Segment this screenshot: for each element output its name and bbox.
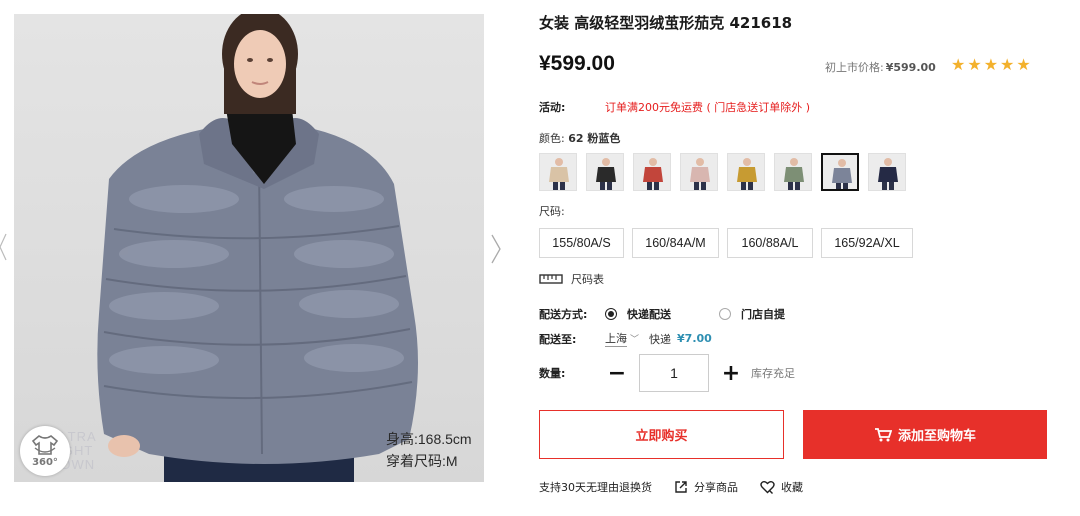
view-360-button[interactable]: 360° (20, 426, 70, 476)
size-options: 155/80A/S 160/84A/M 160/88A/L 165/92A/XL (539, 228, 921, 258)
share-label: 分享商品 (694, 481, 738, 494)
model-info: 身高:168.5cm 穿着尺码:M (386, 428, 472, 472)
quantity-input[interactable] (639, 354, 709, 392)
pickup-option-label[interactable]: 门店自提 (741, 306, 785, 322)
ruler-icon (539, 274, 563, 284)
returns-policy: 支持30天无理由退换货 (539, 479, 652, 495)
shipping-method-row: 配送方式: 快递配送 门店自提 (539, 306, 833, 322)
returns-policy-text: 支持30天无理由退换货 (539, 481, 652, 494)
product-details: 女装 高级轻型羽绒茧形茄克 421618 ¥599.00 初上市价格: ¥599.… (539, 0, 1059, 516)
express-radio[interactable] (605, 308, 617, 320)
quantity-label: 数量: (539, 367, 566, 380)
shipping-destination-row: 配送至: 上海 ﹀ 快递 ¥7.00 (539, 330, 712, 347)
size-option-l[interactable]: 160/88A/L (727, 228, 813, 258)
share-product-link[interactable]: 分享商品 (674, 479, 738, 495)
fee-label: 快递 (649, 332, 672, 346)
product-title: 女装 高级轻型羽绒茧形茄克 421618 (539, 14, 793, 32)
stock-status: 库存充足 (751, 367, 795, 380)
original-price: 初上市价格: ¥599.00 (825, 59, 936, 75)
heart-icon (760, 481, 775, 494)
model-size: 穿着尺码:M (386, 453, 458, 469)
swatch-powder-blue[interactable] (821, 153, 859, 191)
favorite-label: 收藏 (781, 481, 803, 494)
size-chart-label: 尺码表 (571, 273, 604, 286)
share-icon (675, 481, 687, 493)
swatch-beige[interactable] (539, 153, 577, 191)
swatch-thumbnail (681, 154, 717, 190)
swatch-black[interactable] (586, 153, 624, 191)
swatch-thumbnail (540, 154, 576, 190)
increase-quantity-button[interactable]: + (717, 359, 745, 387)
destination-label: 配送至: (539, 332, 577, 346)
swatch-red[interactable] (633, 153, 671, 191)
decrease-quantity-button[interactable]: − (603, 359, 631, 387)
buy-now-button[interactable]: 立即购买 (539, 410, 784, 459)
color-label: 颜色: (539, 132, 565, 145)
next-image-arrow-icon[interactable] (489, 233, 503, 265)
view-360-label: 360° (32, 457, 58, 468)
swatch-pink[interactable] (680, 153, 718, 191)
model-height: 身高:168.5cm (386, 431, 472, 447)
add-to-cart-label: 添加至购物车 (897, 429, 976, 444)
promo-text: 订单满200元免运费 ( 门店急送订单除外 ) (605, 101, 811, 114)
city-select[interactable]: 上海 (605, 330, 627, 347)
product-price: ¥599.00 (539, 52, 615, 75)
product-photo: ULTRA LIGHT DOWN 身高:168.5cm 穿着尺码:M (14, 14, 484, 482)
swatch-thumbnail (634, 154, 670, 190)
rating-stars: ★★★★★ (951, 55, 1033, 74)
express-option-label[interactable]: 快递配送 (627, 306, 671, 322)
swatch-navy[interactable] (868, 153, 906, 191)
original-price-value: ¥599.00 (885, 61, 936, 74)
product-gallery: ULTRA LIGHT DOWN 身高:168.5cm 穿着尺码:M 360° (0, 0, 503, 516)
swatch-thumbnail (775, 154, 811, 190)
size-chart-link[interactable]: 尺码表 (539, 271, 604, 287)
swatch-thumbnail (587, 154, 623, 190)
shipping-method-label: 配送方式: (539, 308, 588, 321)
promo-label: 活动: (539, 101, 566, 114)
product-footer: 支持30天无理由退换货 分享商品 收藏 (539, 479, 825, 495)
size-option-xl[interactable]: 165/92A/XL (821, 228, 913, 258)
selected-color: 62 粉蓝色 (568, 132, 621, 145)
size-option-s[interactable]: 155/80A/S (539, 228, 624, 258)
pickup-radio[interactable] (719, 308, 731, 320)
prev-image-arrow-icon[interactable] (0, 232, 8, 262)
color-selection-label: 颜色: 62 粉蓝色 (539, 130, 620, 146)
size-option-m[interactable]: 160/84A/M (632, 228, 719, 258)
swatch-thumbnail (728, 154, 764, 190)
model-illustration (97, 14, 418, 482)
color-swatches (539, 153, 915, 191)
add-to-cart-button[interactable]: 添加至购物车 (803, 410, 1047, 459)
shirt-icon (31, 435, 59, 455)
quantity-stepper: 数量: − + 库存充足 (539, 354, 795, 392)
swatch-thumbnail (823, 155, 857, 189)
favorite-link[interactable]: 收藏 (760, 479, 803, 495)
shopping-cart-icon (874, 427, 892, 441)
chevron-down-icon[interactable]: ﹀ (630, 332, 639, 345)
size-label: 尺码: (539, 205, 565, 218)
swatch-thumbnail (869, 154, 905, 190)
original-price-label: 初上市价格: (825, 61, 884, 74)
swatch-green[interactable] (774, 153, 812, 191)
swatch-mustard[interactable] (727, 153, 765, 191)
shipping-fee: ¥7.00 (677, 332, 712, 345)
